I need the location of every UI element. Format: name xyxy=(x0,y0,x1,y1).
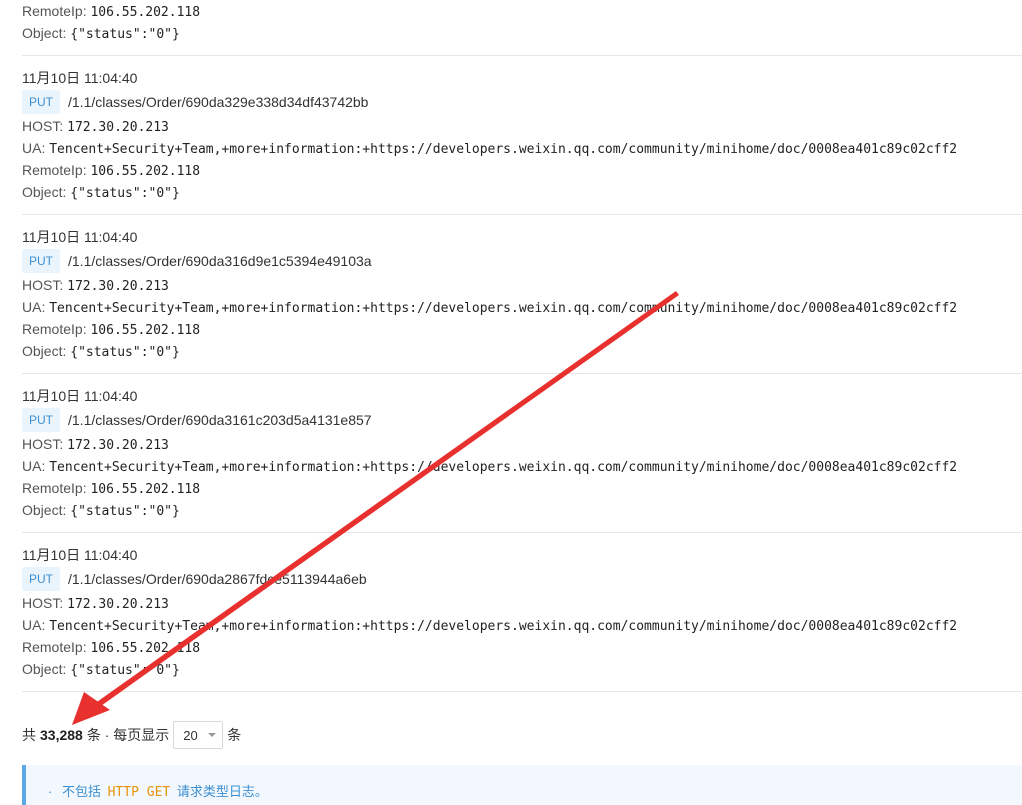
host-line: HOST: 172.30.20.213 xyxy=(22,274,1022,296)
object-label: Object: xyxy=(22,661,67,677)
request-path: /1.1/classes/Order/690da329e338d34df4374… xyxy=(68,94,369,110)
host-value: 172.30.20.213 xyxy=(67,597,169,612)
ua-label: UA: xyxy=(22,458,46,474)
ua-line: UA: Tencent+Security+Team,+more+informat… xyxy=(22,455,1022,477)
object-label: Object: xyxy=(22,343,67,359)
notice-code: HTTP GET xyxy=(107,785,171,800)
object-line: Object: {"status":"0"} xyxy=(22,181,1022,203)
remote-ip-value: 106.55.202.118 xyxy=(90,323,201,338)
pagination-suffix: 条 xyxy=(227,727,242,743)
pagination-prefix: 共 xyxy=(22,727,36,743)
page-size-select[interactable]: 20 xyxy=(173,721,224,749)
object-line: Object: {"status":"0"} xyxy=(22,658,1022,680)
log-entry: 11月10日 11:04:40 PUT /1.1/classes/Order/6… xyxy=(22,56,1022,214)
object-label: Object: xyxy=(22,25,67,41)
remote-ip-line: RemoteIp: 106.55.202.118 xyxy=(22,0,1022,22)
remote-ip-line: RemoteIp: 106.55.202.118 xyxy=(22,318,1022,340)
host-line: HOST: 172.30.20.213 xyxy=(22,433,1022,455)
object-line: Object: {"status":"0"} xyxy=(22,22,1022,44)
log-time: 11月10日 11:04:40 xyxy=(22,70,138,86)
ua-value: Tencent+Security+Team,+more+information:… xyxy=(49,619,958,634)
ua-line: UA: Tencent+Security+Team,+more+informat… xyxy=(22,296,1022,318)
method-row: PUT /1.1/classes/Order/690da329e338d34df… xyxy=(22,89,1022,115)
ua-value: Tencent+Security+Team,+more+information:… xyxy=(49,301,958,316)
host-value: 172.30.20.213 xyxy=(67,120,169,135)
remote-ip-value: 106.55.202.118 xyxy=(90,5,201,20)
ua-line: UA: Tencent+Security+Team,+more+informat… xyxy=(22,614,1022,636)
host-line: HOST: 172.30.20.213 xyxy=(22,592,1022,614)
method-row: PUT /1.1/classes/Order/690da2867fdce5113… xyxy=(22,566,1022,592)
host-value: 172.30.20.213 xyxy=(67,279,169,294)
log-entry: 11月10日 11:04:40 PUT /1.1/classes/Order/6… xyxy=(22,533,1022,691)
ua-value: Tencent+Security+Team,+more+information:… xyxy=(49,460,958,475)
object-label: Object: xyxy=(22,184,67,200)
ua-value: Tencent+Security+Team,+more+information:… xyxy=(49,142,958,157)
bullet: · xyxy=(48,784,53,799)
remote-ip-line: RemoteIp: 106.55.202.118 xyxy=(22,636,1022,658)
pagination: 共 33,288 条 · 每页显示 20 条 xyxy=(22,720,241,750)
ua-label: UA: xyxy=(22,617,46,633)
log-list: RemoteIp: 106.55.202.118 Object: {"statu… xyxy=(22,0,1022,692)
method-badge: PUT xyxy=(22,567,60,591)
host-line: HOST: 172.30.20.213 xyxy=(22,115,1022,137)
request-path: /1.1/classes/Order/690da316d9e1c5394e491… xyxy=(68,253,372,269)
object-value: {"status":"0"} xyxy=(70,663,180,678)
log-entry-partial: RemoteIp: 106.55.202.118 Object: {"statu… xyxy=(22,0,1022,44)
remote-ip-value: 106.55.202.118 xyxy=(90,641,201,656)
remote-ip-line: RemoteIp: 106.55.202.118 xyxy=(22,159,1022,181)
log-time: 11月10日 11:04:40 xyxy=(22,229,138,245)
method-badge: PUT xyxy=(22,249,60,273)
method-row: PUT /1.1/classes/Order/690da3161c203d5a4… xyxy=(22,407,1022,433)
remote-ip-label: RemoteIp: xyxy=(22,162,87,178)
host-label: HOST: xyxy=(22,436,64,452)
remote-ip-value: 106.55.202.118 xyxy=(90,482,201,497)
notice-text-before: 不包括 xyxy=(61,784,101,799)
ua-label: UA: xyxy=(22,140,46,156)
remote-ip-line: RemoteIp: 106.55.202.118 xyxy=(22,477,1022,499)
host-label: HOST: xyxy=(22,595,64,611)
log-entry: 11月10日 11:04:40 PUT /1.1/classes/Order/6… xyxy=(22,215,1022,373)
method-row: PUT /1.1/classes/Order/690da316d9e1c5394… xyxy=(22,248,1022,274)
pagination-unit: 条 · 每页显示 xyxy=(86,727,170,743)
method-badge: PUT xyxy=(22,408,60,432)
host-label: HOST: xyxy=(22,118,64,134)
remote-ip-label: RemoteIp: xyxy=(22,3,87,19)
object-value: {"status":"0"} xyxy=(70,504,180,519)
object-line: Object: {"status":"0"} xyxy=(22,499,1022,521)
remote-ip-label: RemoteIp: xyxy=(22,321,87,337)
object-value: {"status":"0"} xyxy=(70,345,180,360)
request-path: /1.1/classes/Order/690da3161c203d5a4131e… xyxy=(68,412,372,428)
log-entry: 11月10日 11:04:40 PUT /1.1/classes/Order/6… xyxy=(22,374,1022,532)
ua-label: UA: xyxy=(22,299,46,315)
log-time: 11月10日 11:04:40 xyxy=(22,547,138,563)
total-count: 33,288 xyxy=(40,727,83,743)
remote-ip-value: 106.55.202.118 xyxy=(90,164,201,179)
method-badge: PUT xyxy=(22,90,60,114)
caret-down-icon xyxy=(208,733,217,737)
notice-text-after: 请求类型日志。 xyxy=(176,784,268,799)
divider xyxy=(22,691,1022,692)
object-value: {"status":"0"} xyxy=(70,27,180,42)
host-label: HOST: xyxy=(22,277,64,293)
object-line: Object: {"status":"0"} xyxy=(22,340,1022,362)
object-value: {"status":"0"} xyxy=(70,186,180,201)
host-value: 172.30.20.213 xyxy=(67,438,169,453)
object-label: Object: xyxy=(22,502,67,518)
log-time: 11月10日 11:04:40 xyxy=(22,388,138,404)
remote-ip-label: RemoteIp: xyxy=(22,639,87,655)
request-path: /1.1/classes/Order/690da2867fdce5113944a… xyxy=(68,571,367,587)
info-notice: · 不包括 HTTP GET 请求类型日志。 xyxy=(22,765,1022,805)
remote-ip-label: RemoteIp: xyxy=(22,480,87,496)
page-size-value: 20 xyxy=(183,727,198,743)
ua-line: UA: Tencent+Security+Team,+more+informat… xyxy=(22,137,1022,159)
